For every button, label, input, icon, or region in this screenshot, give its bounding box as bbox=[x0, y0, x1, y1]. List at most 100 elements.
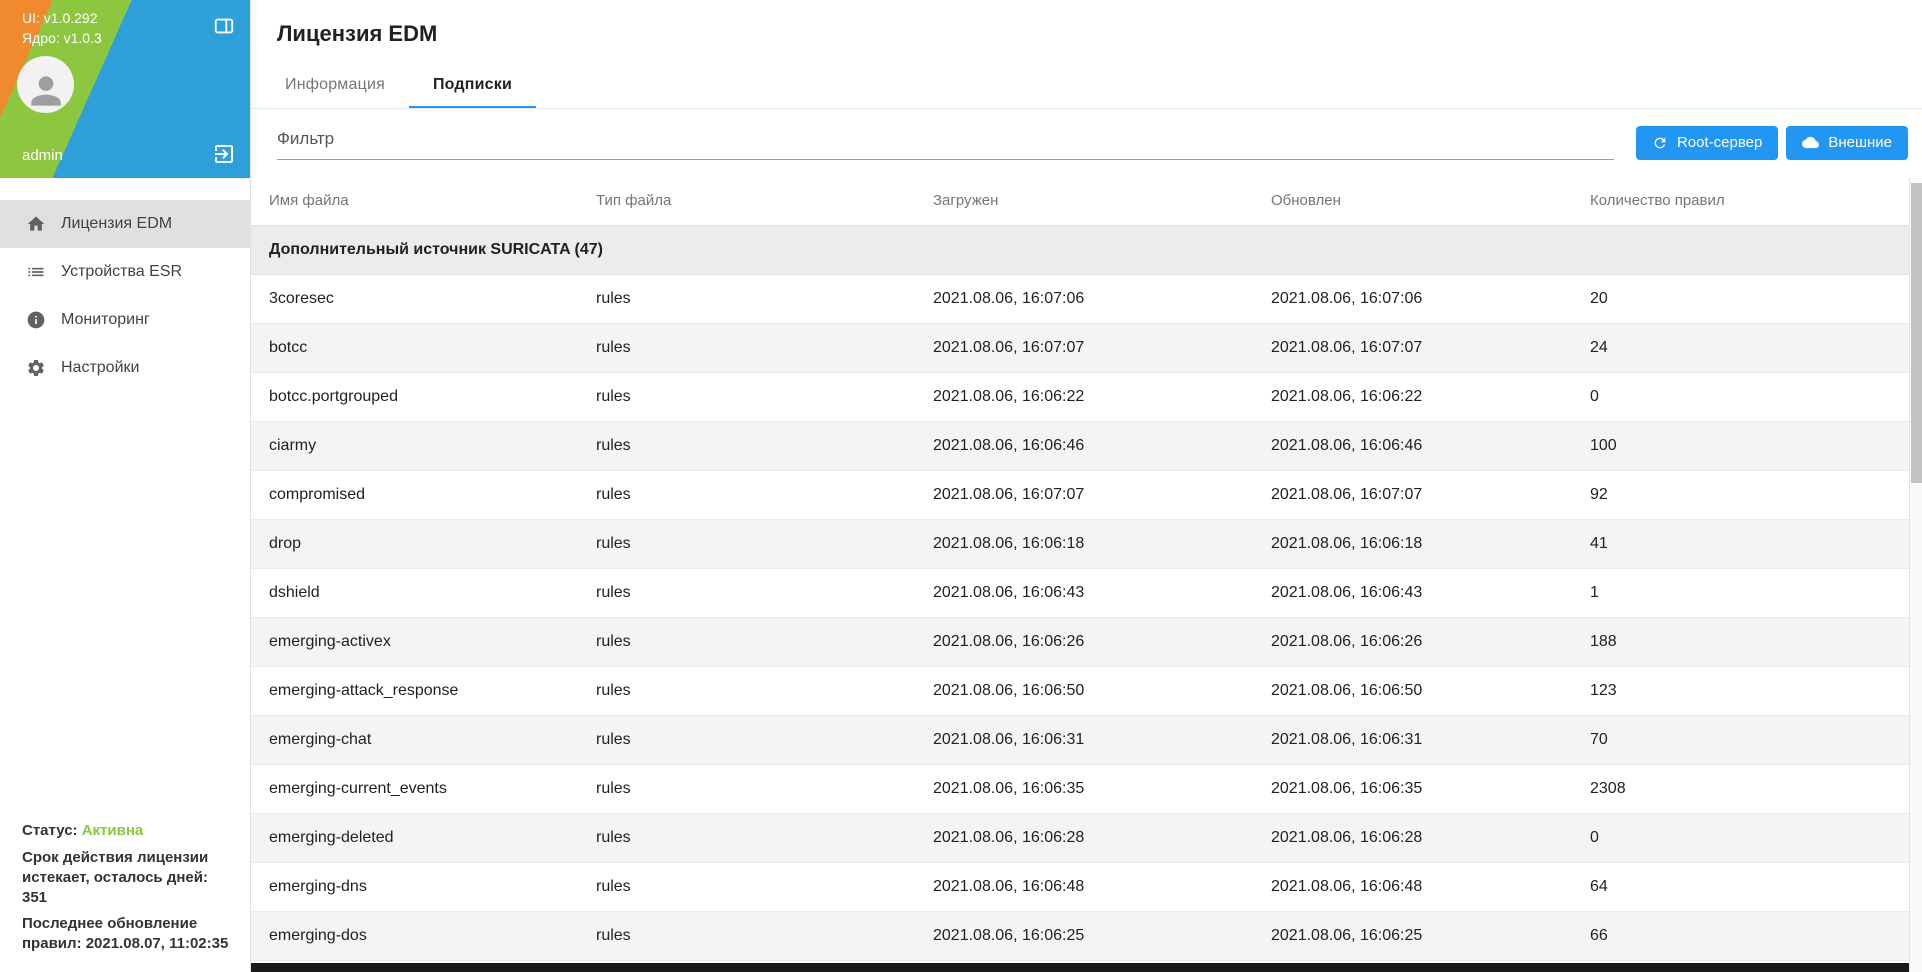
tab-information[interactable]: Информация bbox=[261, 62, 409, 108]
table-group-row[interactable]: Дополнительный источник SURICATA (47) bbox=[251, 225, 1922, 274]
table-body: Дополнительный источник SURICATA (47) 3c… bbox=[251, 225, 1922, 960]
column-header: Имя файла bbox=[251, 176, 578, 225]
table-row[interactable]: botccrules2021.08.06, 16:07:072021.08.06… bbox=[251, 323, 1922, 372]
table-cell: 2021.08.06, 16:06:25 bbox=[915, 911, 1253, 960]
page-title: Лицензия EDM bbox=[251, 0, 1922, 47]
logout-icon[interactable] bbox=[211, 141, 237, 167]
table-cell: 2021.08.06, 16:07:07 bbox=[915, 470, 1253, 519]
sidebar-nav: Лицензия EDM Устройства ESR Мониторинг Н… bbox=[0, 178, 250, 392]
tabs: Информация Подписки bbox=[251, 62, 1922, 109]
filter-input[interactable] bbox=[277, 125, 1614, 160]
table-cell: rules bbox=[578, 666, 915, 715]
table-cell: 2021.08.06, 16:06:46 bbox=[915, 421, 1253, 470]
table-row[interactable]: emerging-dnsrules2021.08.06, 16:06:48202… bbox=[251, 862, 1922, 911]
table-cell: rules bbox=[578, 519, 915, 568]
refresh-icon bbox=[1652, 135, 1668, 151]
table-cell: rules bbox=[578, 470, 915, 519]
table-row[interactable]: emerging-deletedrules2021.08.06, 16:06:2… bbox=[251, 813, 1922, 862]
table-row[interactable]: emerging-attack_responserules2021.08.06,… bbox=[251, 666, 1922, 715]
table-row[interactable]: emerging-current_eventsrules2021.08.06, … bbox=[251, 764, 1922, 813]
table-row[interactable]: emerging-chatrules2021.08.06, 16:06:3120… bbox=[251, 715, 1922, 764]
collapse-sidebar-icon[interactable] bbox=[211, 13, 237, 39]
vertical-scrollbar[interactable] bbox=[1909, 178, 1922, 972]
table-cell: 2021.08.06, 16:06:22 bbox=[915, 372, 1253, 421]
column-header: Загружен bbox=[915, 176, 1253, 225]
table-cell: 3coresec bbox=[251, 274, 578, 323]
table-cell: 2021.08.06, 16:06:46 bbox=[1253, 421, 1572, 470]
license-status: Статус: Активна Срок действия лицензии и… bbox=[0, 814, 250, 954]
column-header: Тип файла bbox=[578, 176, 915, 225]
table-cell: 2021.08.06, 16:06:43 bbox=[1253, 568, 1572, 617]
sidebar-item-label: Мониторинг bbox=[61, 311, 150, 329]
table-cell: 2021.08.06, 16:06:35 bbox=[1253, 764, 1572, 813]
table-cell: emerging-chat bbox=[251, 715, 578, 764]
home-icon bbox=[25, 213, 47, 235]
rules-update-text: Последнее обновление правил: 2021.08.07,… bbox=[22, 914, 236, 954]
table-cell: 2021.08.06, 16:06:18 bbox=[915, 519, 1253, 568]
sidebar-header: UI: v1.0.292 Ядро: v1.0.3 admin bbox=[0, 0, 250, 178]
root-server-button[interactable]: Root-сервер bbox=[1636, 126, 1778, 160]
table-cell: 2021.08.06, 16:07:07 bbox=[915, 323, 1253, 372]
table-cell: rules bbox=[578, 813, 915, 862]
sidebar-item-monitoring[interactable]: Мониторинг bbox=[0, 296, 250, 344]
table-cell: 123 bbox=[1572, 666, 1922, 715]
sidebar-item-license-edm[interactable]: Лицензия EDM bbox=[0, 200, 250, 248]
table-cell: botcc.portgrouped bbox=[251, 372, 578, 421]
person-icon bbox=[24, 69, 68, 113]
table-cell: emerging-activex bbox=[251, 617, 578, 666]
table-cell: 2021.08.06, 16:07:06 bbox=[1253, 274, 1572, 323]
table-cell: rules bbox=[578, 715, 915, 764]
table-cell: 2021.08.06, 16:06:25 bbox=[1253, 911, 1572, 960]
table-row[interactable]: dshieldrules2021.08.06, 16:06:432021.08.… bbox=[251, 568, 1922, 617]
table-cell: ciarmy bbox=[251, 421, 578, 470]
table-cell: 2021.08.06, 16:06:26 bbox=[1253, 617, 1572, 666]
external-button[interactable]: Внешние bbox=[1786, 126, 1908, 160]
table-row[interactable]: droprules2021.08.06, 16:06:182021.08.06,… bbox=[251, 519, 1922, 568]
table-cell: 2021.08.06, 16:06:22 bbox=[1253, 372, 1572, 421]
table-cell: emerging-current_events bbox=[251, 764, 578, 813]
sidebar-item-settings[interactable]: Настройки bbox=[0, 344, 250, 392]
sidebar: UI: v1.0.292 Ядро: v1.0.3 admin bbox=[0, 0, 251, 972]
table-cell: rules bbox=[578, 617, 915, 666]
subscriptions-table: Имя файлаТип файлаЗагруженОбновленКоличе… bbox=[251, 176, 1922, 961]
table-row[interactable]: ciarmyrules2021.08.06, 16:06:462021.08.0… bbox=[251, 421, 1922, 470]
table-cell: 0 bbox=[1572, 372, 1922, 421]
external-label: Внешние bbox=[1828, 134, 1892, 151]
sidebar-item-label: Лицензия EDM bbox=[61, 215, 172, 233]
table-cell: 2021.08.06, 16:06:35 bbox=[915, 764, 1253, 813]
table-cell: 2021.08.06, 16:07:07 bbox=[1253, 470, 1572, 519]
sidebar-item-label: Настройки bbox=[61, 359, 139, 377]
table-row[interactable]: emerging-dosrules2021.08.06, 16:06:25202… bbox=[251, 911, 1922, 960]
core-version: Ядро: v1.0.3 bbox=[22, 28, 102, 48]
table-cell: 2021.08.06, 16:06:50 bbox=[915, 666, 1253, 715]
table-cell: 2021.08.06, 16:06:48 bbox=[1253, 862, 1572, 911]
scrollbar-thumb[interactable] bbox=[1911, 183, 1922, 483]
table-cell: 2021.08.06, 16:06:28 bbox=[1253, 813, 1572, 862]
version-block: UI: v1.0.292 Ядро: v1.0.3 bbox=[22, 8, 102, 49]
table-cell: 2021.08.06, 16:06:31 bbox=[915, 715, 1253, 764]
table-cell: botcc bbox=[251, 323, 578, 372]
tab-subscriptions[interactable]: Подписки bbox=[409, 62, 536, 108]
table-cell: 2308 bbox=[1572, 764, 1922, 813]
table-cell: 2021.08.06, 16:06:26 bbox=[915, 617, 1253, 666]
gear-icon bbox=[25, 357, 47, 379]
bottom-edge bbox=[251, 963, 1922, 972]
table-cell: 20 bbox=[1572, 274, 1922, 323]
avatar bbox=[17, 56, 74, 113]
status-line: Статус: Активна bbox=[22, 821, 236, 841]
table-row[interactable]: 3coresecrules2021.08.06, 16:07:062021.08… bbox=[251, 274, 1922, 323]
table-cell: 100 bbox=[1572, 421, 1922, 470]
table-row[interactable]: botcc.portgroupedrules2021.08.06, 16:06:… bbox=[251, 372, 1922, 421]
table-cell: rules bbox=[578, 764, 915, 813]
sidebar-item-label: Устройства ESR bbox=[61, 263, 182, 281]
table-cell: 70 bbox=[1572, 715, 1922, 764]
table-cell: 2021.08.06, 16:06:31 bbox=[1253, 715, 1572, 764]
username: admin bbox=[22, 147, 63, 164]
root-server-label: Root-сервер bbox=[1677, 134, 1762, 151]
table-cell: 2021.08.06, 16:06:28 bbox=[915, 813, 1253, 862]
status-label: Статус: bbox=[22, 822, 78, 839]
table-cell: 2021.08.06, 16:06:50 bbox=[1253, 666, 1572, 715]
table-row[interactable]: compromisedrules2021.08.06, 16:07:072021… bbox=[251, 470, 1922, 519]
sidebar-item-devices-esr[interactable]: Устройства ESR bbox=[0, 248, 250, 296]
table-row[interactable]: emerging-activexrules2021.08.06, 16:06:2… bbox=[251, 617, 1922, 666]
